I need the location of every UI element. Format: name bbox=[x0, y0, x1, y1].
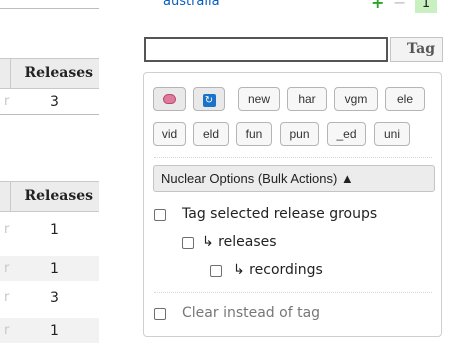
table-top-border bbox=[0, 8, 99, 9]
vote-count-badge: 1 bbox=[415, 0, 437, 13]
releases-header-label: Releases bbox=[24, 188, 93, 204]
tag-groups-label: Tag selected release groups bbox=[182, 206, 378, 222]
table-row: r 1 bbox=[0, 256, 99, 281]
quick-tag-eld[interactable]: eld bbox=[193, 122, 229, 146]
cut-cell-text: r bbox=[4, 261, 10, 276]
quick-tag-ele[interactable]: ele bbox=[385, 87, 425, 111]
releases-label: ↳ releases bbox=[202, 234, 277, 250]
tag-input[interactable] bbox=[144, 37, 388, 62]
releases-count: 1 bbox=[50, 222, 59, 238]
clear-instead-checkbox[interactable] bbox=[154, 308, 166, 320]
table-row: r 3 bbox=[0, 285, 99, 310]
releases-header-label: Releases bbox=[24, 65, 93, 81]
refresh-quick-button[interactable]: ↻ bbox=[193, 87, 225, 111]
quick-tag-ed[interactable]: _ed bbox=[327, 122, 366, 146]
column-separator bbox=[10, 182, 11, 211]
quick-tag-fun[interactable]: fun bbox=[236, 122, 272, 146]
releases-count: 3 bbox=[50, 290, 59, 306]
refresh-icon: ↻ bbox=[202, 94, 216, 107]
quick-tag-new[interactable]: new bbox=[238, 87, 280, 111]
tag-groups-checkbox[interactable] bbox=[154, 209, 166, 221]
releases-count: 3 bbox=[50, 94, 59, 110]
quick-tag-vid[interactable]: vid bbox=[153, 122, 186, 146]
brain-icon bbox=[163, 94, 176, 104]
releases-checkbox[interactable] bbox=[182, 237, 194, 249]
panel-divider bbox=[154, 157, 432, 158]
downvote-minus-button[interactable]: − bbox=[393, 0, 406, 12]
panel-divider bbox=[154, 292, 432, 293]
cut-cell-text: r bbox=[4, 290, 10, 305]
releases-count: 1 bbox=[50, 261, 59, 277]
cut-cell-text: r bbox=[4, 323, 10, 338]
cut-cell-text: r bbox=[4, 222, 10, 237]
table-row: r 1 bbox=[0, 217, 99, 242]
upvote-plus-button[interactable]: + bbox=[371, 0, 384, 12]
recordings-label: ↳ recordings bbox=[233, 262, 323, 278]
brain-quick-button[interactable] bbox=[153, 87, 186, 111]
tag-submit-button[interactable]: Tag bbox=[390, 37, 443, 62]
releases-column-header[interactable]: Releases bbox=[0, 181, 99, 212]
quick-tag-uni[interactable]: uni bbox=[374, 122, 410, 146]
recordings-checkbox[interactable] bbox=[210, 265, 222, 277]
nuclear-options-toggle[interactable]: Nuclear Options (Bulk Actions) ▲ bbox=[153, 165, 435, 192]
quick-tag-har[interactable]: har bbox=[287, 87, 327, 111]
quick-tag-pun[interactable]: pun bbox=[280, 122, 319, 146]
clear-instead-label: Clear instead of tag bbox=[182, 305, 321, 321]
cut-cell-text: r bbox=[4, 94, 10, 109]
country-tag-row: australia + − 1 bbox=[163, 0, 443, 14]
tag-tools-panel: ↻ new har vgm ele vid eld fun pun _ed un… bbox=[143, 72, 442, 337]
quick-tag-vgm[interactable]: vgm bbox=[334, 87, 378, 111]
releases-count: 1 bbox=[50, 323, 59, 339]
table-row: r 1 bbox=[0, 318, 99, 343]
column-separator bbox=[10, 59, 11, 88]
releases-column-header[interactable]: Releases bbox=[0, 58, 99, 89]
table-row: r 3 bbox=[0, 89, 99, 115]
country-link[interactable]: australia bbox=[163, 0, 220, 9]
